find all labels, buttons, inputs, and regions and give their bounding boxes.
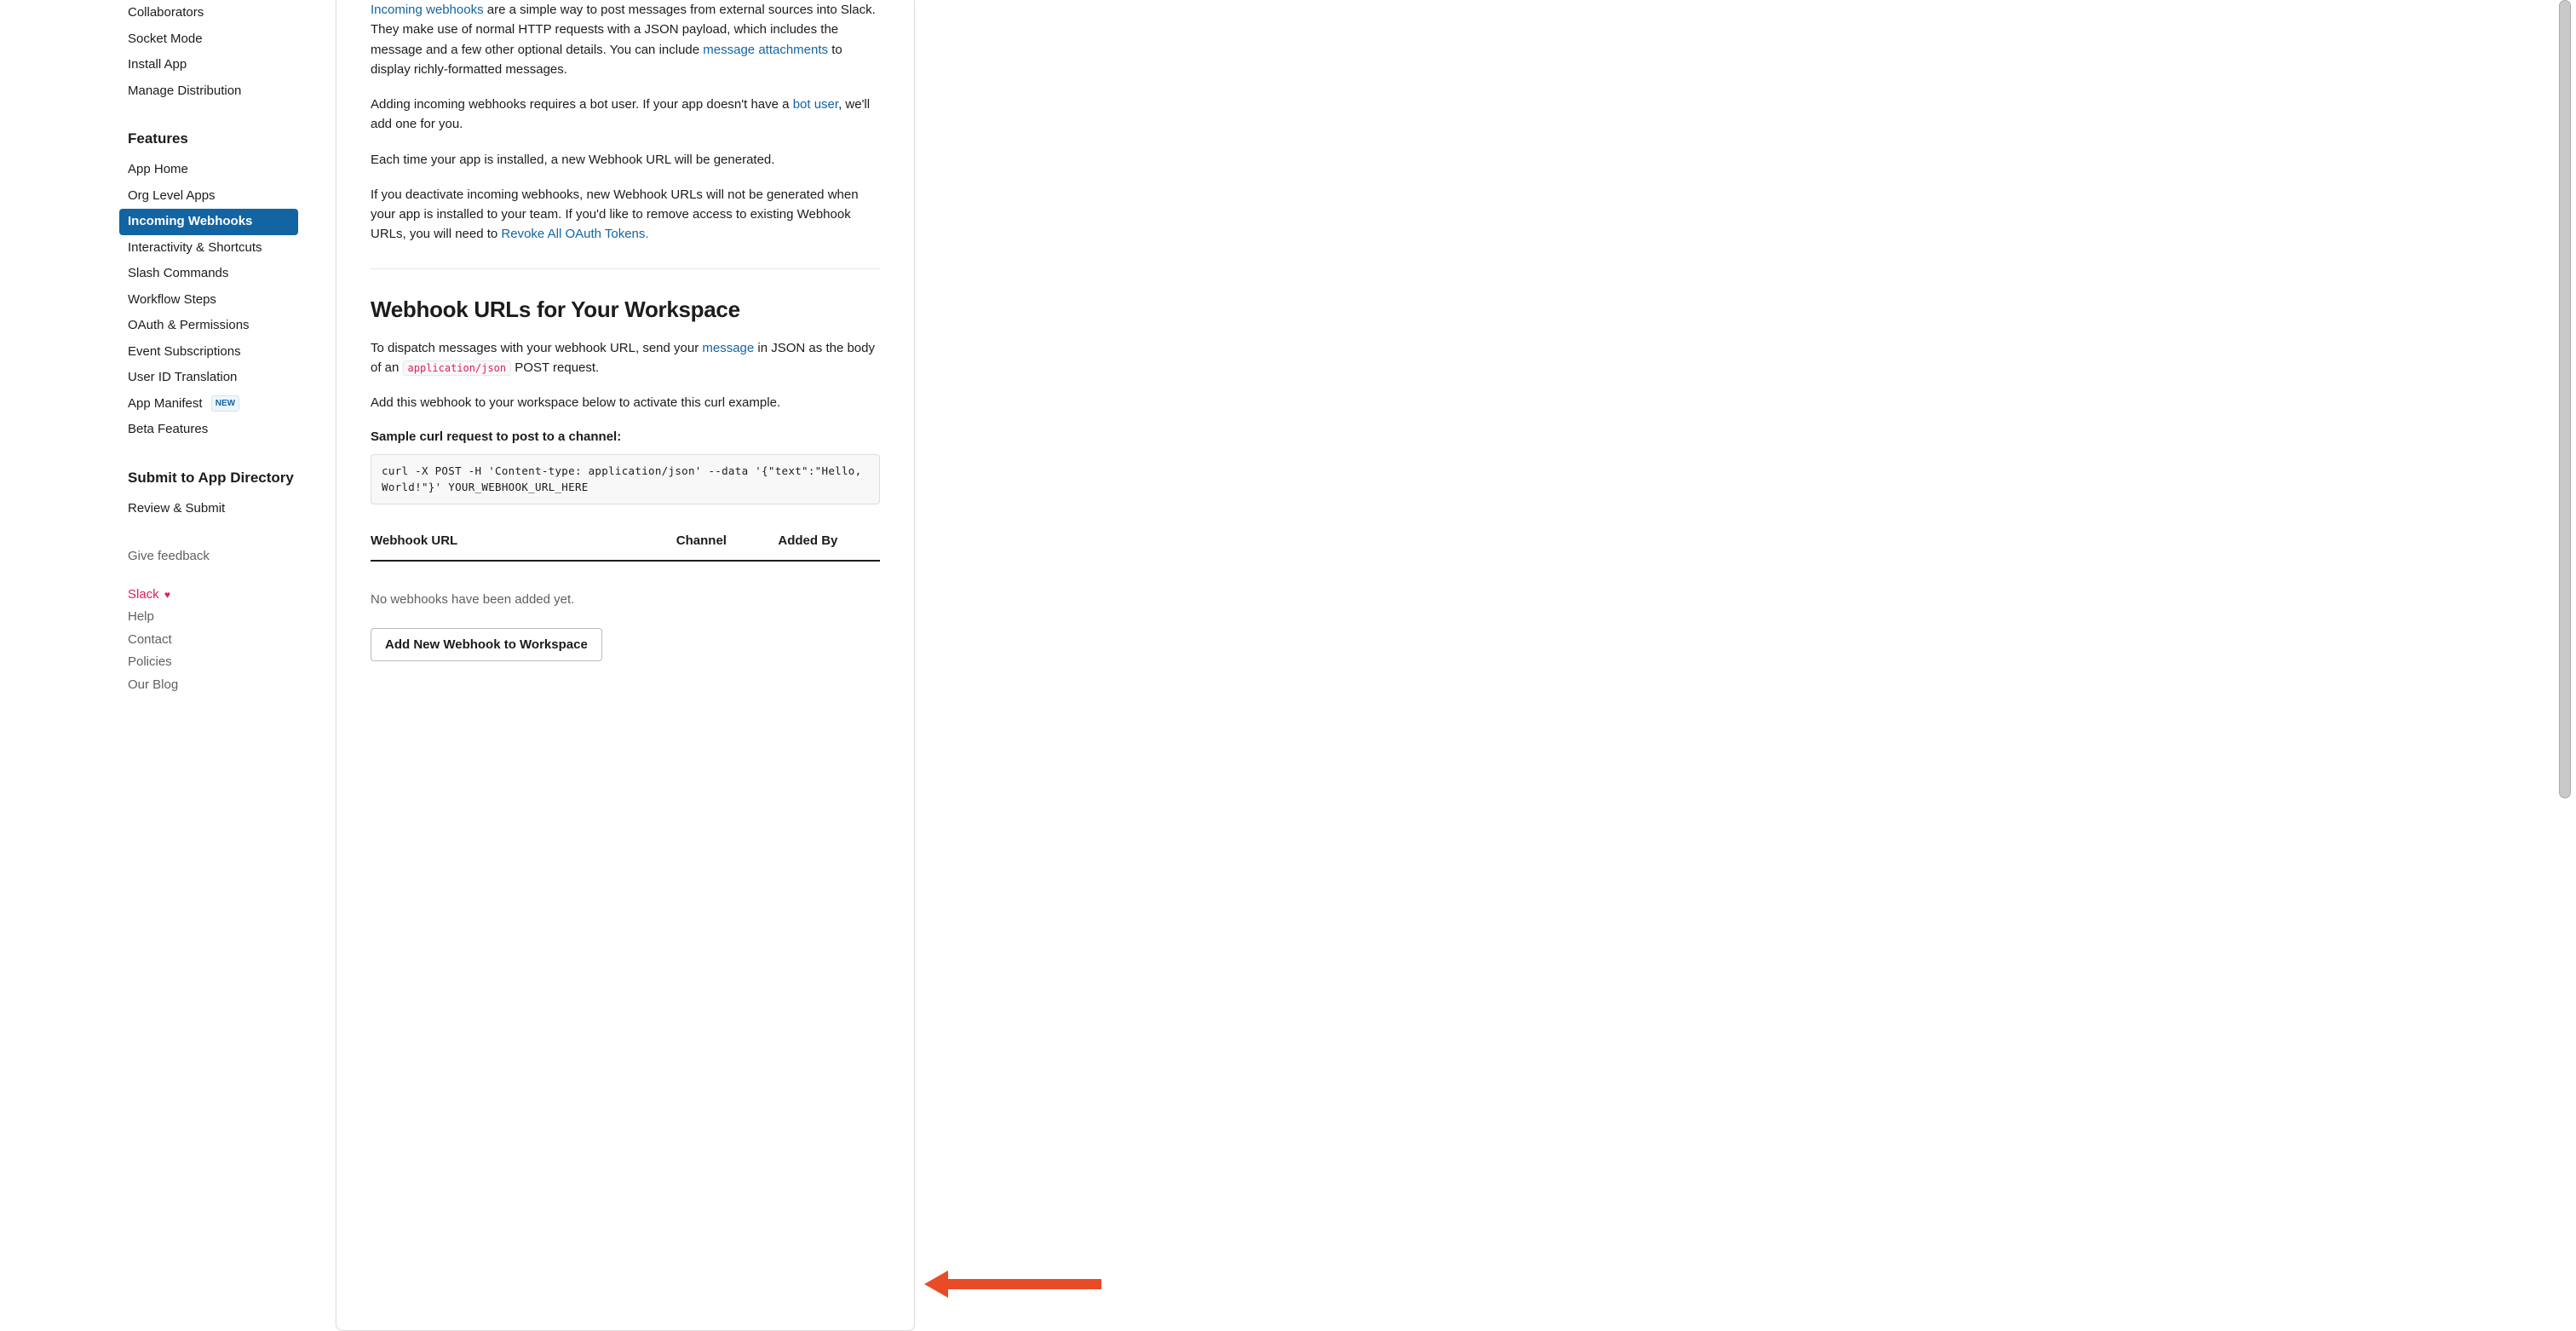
heart-icon: ♥	[164, 587, 170, 602]
sidebar-item-review-submit[interactable]: Review & Submit	[119, 496, 298, 522]
footer-link-help[interactable]: Help	[128, 606, 298, 629]
sidebar-item-beta-features[interactable]: Beta Features	[119, 417, 298, 443]
table-header-channel: Channel	[676, 525, 779, 561]
sidebar-item-manage-distribution[interactable]: Manage Distribution	[119, 78, 298, 105]
scrollbar[interactable]	[2559, 0, 2571, 798]
new-badge: NEW	[211, 395, 239, 412]
content-card: Incoming webhooks are a simple way to po…	[336, 0, 915, 1331]
curl-heading: Sample curl request to post to a channel…	[371, 428, 880, 447]
footer-link-policies[interactable]: Policies	[128, 651, 298, 674]
sidebar-item-slash-commands[interactable]: Slash Commands	[119, 261, 298, 287]
intro-paragraph-3: Each time your app is installed, a new W…	[371, 150, 880, 170]
sidebar-heading-features: Features	[128, 124, 298, 153]
give-feedback-link[interactable]: Give feedback	[128, 547, 298, 567]
sidebar-item-org-level-apps[interactable]: Org Level Apps	[119, 183, 298, 210]
sidebar-item-incoming-webhooks[interactable]: Incoming Webhooks	[119, 209, 298, 235]
sidebar-item-app-manifest[interactable]: App Manifest NEW	[119, 391, 298, 418]
text: Adding incoming webhooks requires a bot …	[371, 97, 793, 112]
sidebar-item-socket-mode[interactable]: Socket Mode	[119, 26, 298, 53]
sidebar-group-features: Features App Home Org Level Apps Incomin…	[128, 124, 298, 443]
link-incoming-webhooks[interactable]: Incoming webhooks	[371, 3, 484, 17]
sidebar-heading-submit: Submit to App Directory	[128, 464, 298, 493]
link-bot-user[interactable]: bot user	[793, 97, 838, 112]
sidebar-item-install-app[interactable]: Install App	[119, 52, 298, 78]
sidebar-item-user-id-translation[interactable]: User ID Translation	[119, 365, 298, 391]
webhook-empty-state: No webhooks have been added yet.	[371, 579, 880, 629]
webhook-table: Webhook URL Channel Added By	[371, 525, 880, 562]
footer-link-label: Slack	[128, 587, 159, 602]
sidebar-item-interactivity-shortcuts[interactable]: Interactivity & Shortcuts	[119, 235, 298, 262]
sidebar-group-settings: Collaborators Socket Mode Install App Ma…	[128, 0, 298, 104]
arrow-pointer-icon	[924, 1267, 1103, 1301]
intro-paragraph-1: Incoming webhooks are a simple way to po…	[371, 0, 880, 79]
sidebar-item-label: App Manifest	[128, 396, 203, 411]
curl-code-block: curl -X POST -H 'Content-type: applicati…	[371, 454, 880, 505]
section-heading-webhook-urls: Webhook URLs for Your Workspace	[371, 293, 880, 326]
table-header-webhook-url: Webhook URL	[371, 525, 676, 561]
table-header-added-by: Added By	[778, 525, 880, 561]
link-message[interactable]: message	[702, 341, 754, 355]
sidebar-item-collaborators[interactable]: Collaborators	[119, 0, 298, 26]
sidebar-footer: Give feedback Slack ♥ Help Contact Polic…	[128, 547, 298, 696]
sidebar-item-app-home[interactable]: App Home	[119, 157, 298, 183]
intro-paragraph-4: If you deactivate incoming webhooks, new…	[371, 185, 880, 245]
sidebar-item-oauth-permissions[interactable]: OAuth & Permissions	[119, 313, 298, 339]
footer-link-contact[interactable]: Contact	[128, 629, 298, 652]
link-message-attachments[interactable]: message attachments	[703, 43, 828, 57]
activate-paragraph: Add this webhook to your workspace below…	[371, 393, 880, 412]
footer-link-slack[interactable]: Slack ♥	[128, 584, 298, 607]
sidebar: Collaborators Socket Mode Install App Ma…	[0, 0, 298, 1331]
text: POST request.	[511, 360, 599, 375]
add-webhook-button[interactable]: Add New Webhook to Workspace	[371, 628, 602, 661]
link-revoke-tokens[interactable]: Revoke All OAuth Tokens.	[501, 227, 648, 241]
dispatch-paragraph: To dispatch messages with your webhook U…	[371, 338, 880, 378]
main-panel: Incoming webhooks are a simple way to po…	[298, 0, 2576, 1331]
intro-paragraph-2: Adding incoming webhooks requires a bot …	[371, 95, 880, 135]
divider	[371, 268, 880, 269]
code-application-json: application/json	[403, 360, 512, 376]
sidebar-item-workflow-steps[interactable]: Workflow Steps	[119, 287, 298, 314]
footer-link-blog[interactable]: Our Blog	[128, 674, 298, 697]
sidebar-group-submit: Submit to App Directory Review & Submit	[128, 464, 298, 522]
text: To dispatch messages with your webhook U…	[371, 341, 702, 355]
sidebar-item-event-subscriptions[interactable]: Event Subscriptions	[119, 339, 298, 366]
